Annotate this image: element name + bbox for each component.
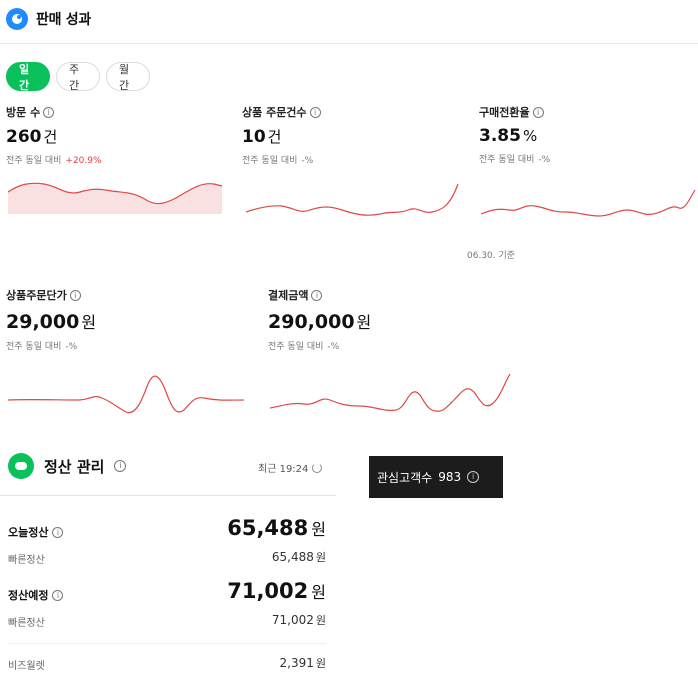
currency-unit: 원 <box>315 657 326 670</box>
tooltip-label: 관심고객수 <box>377 470 433 485</box>
sparkline-payment-amount <box>270 373 511 412</box>
scheduled-settlement-value: 71,002 원 <box>227 579 326 603</box>
sales-performance-header: 판매 성과 <box>6 7 91 31</box>
bizwallet-value: 2,391 원 <box>280 655 326 671</box>
delta-value: -% <box>65 342 78 352</box>
currency-unit: 원 <box>315 614 326 627</box>
currency-unit: 원 <box>311 520 326 539</box>
amount: 2,391 <box>279 656 314 670</box>
sparkline-visits <box>8 182 223 214</box>
info-icon[interactable]: i <box>52 589 64 601</box>
metric-label: 상품주문단가 <box>6 289 67 302</box>
amount: 65,488 <box>271 550 314 564</box>
tab-daily[interactable]: 일간 <box>6 62 50 92</box>
today-settlement-label: 오늘정산 i <box>8 524 64 540</box>
compare-label: 전주 동일 대비 <box>479 155 535 165</box>
row-label-text: 오늘정산 <box>8 526 49 539</box>
tooltip-value: 983 <box>438 470 462 484</box>
info-icon[interactable]: i <box>43 106 55 118</box>
settlement-divider <box>0 495 336 496</box>
metric-label: 결제금액 <box>268 289 309 302</box>
metric-unit-price: 상품주문단가 i 29,000 원 전주 동일 대비 -% <box>6 287 96 352</box>
info-icon[interactable]: i <box>467 471 480 483</box>
metric-conversion: 구매전환율 i 3.85% 전주 동일 대비 -% <box>479 104 550 165</box>
metric-label: 상품 주문건수 <box>242 106 307 119</box>
metric-value: 10 <box>242 127 266 147</box>
metric-value: 260 <box>6 127 42 147</box>
bizwallet-divider <box>8 643 326 644</box>
settlement-header: 정산 관리 i <box>8 453 127 479</box>
refresh-icon[interactable] <box>312 462 323 473</box>
page-title: 판매 성과 <box>36 12 91 28</box>
info-icon[interactable]: i <box>69 289 81 301</box>
today-fast-value: 65,488 원 <box>272 549 326 565</box>
metric-unit: 건 <box>267 128 282 146</box>
info-icon[interactable]: i <box>532 106 544 118</box>
pie-logo-icon <box>6 8 28 30</box>
tab-monthly[interactable]: 월간 <box>106 62 150 92</box>
bizwallet-label: 비즈월렛 <box>8 661 45 672</box>
sparkline-conversion <box>481 189 696 217</box>
sparkline-orders <box>246 183 459 216</box>
interested-customers-tooltip: 관심고객수 983 i <box>369 456 503 498</box>
metric-value: 3.85 <box>479 126 521 146</box>
as-of-date: 06.30. 기준 <box>467 251 516 261</box>
info-icon[interactable]: i <box>311 289 323 301</box>
updated-time: 최근 19:24 <box>258 464 309 475</box>
info-icon[interactable]: i <box>52 526 64 538</box>
compare-label: 전주 동일 대비 <box>6 156 62 166</box>
sparkline-unit-price <box>8 375 245 414</box>
today-settlement-value: 65,488 원 <box>227 516 326 540</box>
metric-value: 29,000 <box>6 311 80 333</box>
metric-label: 방문 수 <box>6 106 41 119</box>
delta-value: -% <box>327 342 340 352</box>
compare-label: 전주 동일 대비 <box>268 342 324 352</box>
info-icon[interactable]: i <box>114 460 127 472</box>
delta-value: +20.9% <box>65 156 102 166</box>
info-icon[interactable]: i <box>309 106 321 118</box>
amount: 71,002 <box>227 579 309 603</box>
delta-value: -% <box>301 156 314 166</box>
amount: 65,488 <box>227 516 309 540</box>
metric-orders: 상품 주문건수 i 10 건 전주 동일 대비 -% <box>242 104 321 166</box>
settlement-updated: 최근 19:24 <box>258 460 323 475</box>
tab-weekly[interactable]: 주간 <box>56 62 100 92</box>
metric-payment-amount: 결제금액 i 290,000 원 전주 동일 대비 -% <box>268 287 371 352</box>
metric-unit: 건 <box>43 128 58 146</box>
metric-value: 290,000 <box>268 311 355 333</box>
period-tabs: 일간 주간 월간 <box>6 62 150 92</box>
metric-visits: 방문 수i 260 건 전주 동일 대비 +20.9% <box>6 104 102 166</box>
today-fast-label: 빠른정산 <box>8 555 45 566</box>
currency-unit: 원 <box>311 583 326 602</box>
settlement-title: 정산 관리 <box>44 457 105 476</box>
compare-label: 전주 동일 대비 <box>6 342 62 352</box>
scheduled-fast-value: 71,002 원 <box>272 612 326 628</box>
amount: 71,002 <box>271 613 314 627</box>
wallet-logo-icon <box>8 453 34 479</box>
header-divider <box>0 43 698 44</box>
scheduled-settlement-label: 정산예정 i <box>8 587 64 603</box>
metric-label: 구매전환율 <box>479 106 530 119</box>
compare-label: 전주 동일 대비 <box>242 156 298 166</box>
row-label-text: 정산예정 <box>8 589 49 602</box>
metric-unit: 원 <box>81 313 97 332</box>
metric-unit: % <box>522 127 538 145</box>
delta-value: -% <box>538 155 551 165</box>
metric-unit: 원 <box>356 313 372 332</box>
currency-unit: 원 <box>315 551 326 564</box>
scheduled-fast-label: 빠른정산 <box>8 618 45 629</box>
